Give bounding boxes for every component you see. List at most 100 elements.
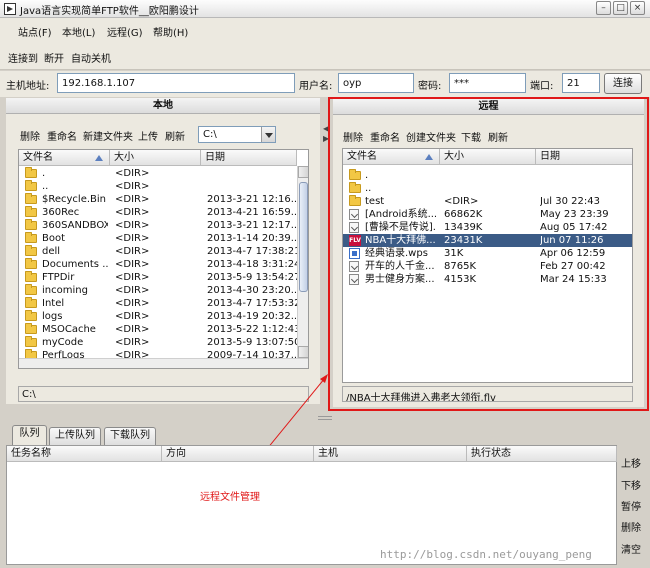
remote-col-size[interactable]: 大小 — [440, 149, 536, 165]
user-label: 用户名: — [299, 81, 333, 92]
connection-bar: 主机地址: 用户名: 密码: 端口: 连接 — [0, 71, 650, 97]
queue-col-host[interactable]: 主机 — [314, 446, 467, 462]
list-item[interactable]: 经典语录.wps 31K Apr 06 12:59 — [343, 247, 632, 260]
queue-table[interactable]: 任务名称 方向 主机 执行状态 — [6, 445, 617, 565]
remote-create-folder-button[interactable]: 创建文件夹 — [406, 129, 456, 144]
remote-delete-button[interactable]: 删除 — [343, 129, 363, 144]
remote-refresh-button[interactable]: 刷新 — [488, 129, 508, 144]
scroll-up-button[interactable] — [298, 166, 308, 178]
file-date: 2013-4-18 3:31:24 — [207, 259, 297, 270]
local-refresh-button[interactable]: 刷新 — [165, 128, 185, 143]
disconnect-button[interactable]: 断开 — [44, 50, 64, 65]
pause-button[interactable]: 暂停 — [621, 498, 641, 513]
list-item[interactable]: .. <DIR> — [19, 180, 297, 193]
list-item[interactable]: .. — [343, 182, 632, 195]
local-vertical-scrollbar[interactable] — [297, 166, 308, 358]
download-button[interactable]: 下载 — [461, 129, 481, 144]
host-label: 主机地址: — [6, 81, 50, 92]
queue-delete-button[interactable]: 删除 — [621, 519, 641, 534]
local-file-list[interactable]: 文件名 大小 日期 . <DIR>.. <DIR> $Recycle.Bin <DIR>… — [18, 149, 309, 369]
local-col-size[interactable]: 大小 — [110, 150, 201, 166]
list-item[interactable]: dell <DIR> 2013-4-7 17:38:21 — [19, 245, 297, 258]
splitter-right-arrow-icon[interactable]: ▶ — [323, 134, 329, 143]
remote-rename-button[interactable]: 重命名 — [370, 129, 400, 144]
list-item[interactable]: 男士健身方案... 4153K Mar 24 15:33 — [343, 273, 632, 286]
local-new-folder-button[interactable]: 新建文件夹 — [83, 128, 133, 143]
password-input[interactable] — [449, 73, 526, 93]
drive-select[interactable]: C:\ — [198, 126, 276, 143]
list-item[interactable]: Intel <DIR> 2013-4-7 17:53:32 — [19, 297, 297, 310]
file-name: $Recycle.Bin — [42, 194, 107, 205]
folder-icon — [25, 284, 37, 295]
list-item[interactable]: MSOCache <DIR> 2013-5-22 1:12:43 — [19, 323, 297, 336]
connect-button[interactable]: 连接 — [604, 73, 642, 94]
list-item[interactable]: logs <DIR> 2013-4-19 20:32... — [19, 310, 297, 323]
list-item[interactable]: incoming <DIR> 2013-4-30 23:20... — [19, 284, 297, 297]
list-item[interactable]: Boot <DIR> 2013-1-14 20:39... — [19, 232, 297, 245]
local-horizontal-scrollbar[interactable] — [19, 358, 308, 368]
list-item[interactable]: 开车的人千金... 8765K Feb 27 00:42 — [343, 260, 632, 273]
wps-file-icon — [349, 248, 360, 259]
menu-help[interactable]: 帮助(H) — [153, 24, 188, 39]
list-item[interactable]: test <DIR> Jul 30 22:43 — [343, 195, 632, 208]
connect-to-button[interactable]: 连接到 — [8, 50, 38, 65]
scroll-down-button[interactable] — [298, 346, 308, 358]
title-bar: Java语言实现简单FTP软件__欧阳鹏设计 – □ × — [0, 0, 650, 18]
file-date: May 23 23:39 — [540, 209, 609, 220]
local-col-date[interactable]: 日期 — [201, 150, 297, 166]
remote-col-date[interactable]: 日期 — [536, 149, 632, 165]
list-item[interactable]: 360Rec <DIR> 2013-4-21 16:59... — [19, 206, 297, 219]
list-item[interactable]: FLV NBA十大拜佛... 23431K Jun 07 11:26 — [343, 234, 632, 247]
close-button[interactable]: × — [630, 1, 645, 15]
port-input[interactable] — [562, 73, 600, 93]
splitter-handle[interactable] — [318, 416, 332, 420]
tab-queue[interactable]: 队列 — [12, 425, 47, 445]
list-item[interactable]: . <DIR> — [19, 167, 297, 180]
remote-file-list[interactable]: 文件名 大小 日期 ... test <DIR> Jul 30 22:43 [Andro… — [342, 148, 633, 383]
username-input[interactable] — [338, 73, 414, 93]
sort-asc-icon — [95, 155, 103, 161]
queue-col-direction[interactable]: 方向 — [162, 446, 314, 462]
list-item[interactable]: FTPDir <DIR> 2013-5-9 13:54:27 — [19, 271, 297, 284]
list-item[interactable]: . — [343, 169, 632, 182]
chevron-down-icon[interactable] — [261, 127, 275, 142]
file-name: 360SANDBOX — [42, 220, 108, 231]
file-name: [Android系统... — [365, 209, 437, 220]
local-delete-button[interactable]: 删除 — [20, 128, 40, 143]
file-name: myCode — [42, 337, 84, 348]
maximize-button[interactable]: □ — [613, 1, 628, 15]
splitter-left-arrow-icon[interactable]: ◀ — [323, 124, 329, 133]
menu-local[interactable]: 本地(L) — [62, 24, 95, 39]
move-up-button[interactable]: 上移 — [621, 455, 641, 470]
queue-col-status[interactable]: 执行状态 — [467, 446, 617, 462]
list-item[interactable]: [Android系统... 66862K May 23 23:39 — [343, 208, 632, 221]
list-item[interactable]: Documents ... <DIR> 2013-4-18 3:31:24 — [19, 258, 297, 271]
port-label: 端口: — [530, 81, 554, 92]
sort-asc-icon — [425, 154, 433, 160]
file-name: 360Rec — [42, 207, 80, 218]
remote-col-name[interactable]: 文件名 — [343, 149, 440, 165]
local-col-name[interactable]: 文件名 — [19, 150, 110, 166]
host-input[interactable] — [57, 73, 295, 93]
list-item[interactable]: myCode <DIR> 2013-5-9 13:07:50 — [19, 336, 297, 349]
tab-upload-queue[interactable]: 上传队列 — [49, 427, 101, 445]
list-item[interactable]: 360SANDBOX <DIR> 2013-3-21 12:17... — [19, 219, 297, 232]
tab-download-queue[interactable]: 下载队列 — [104, 427, 156, 445]
menu-remote[interactable]: 远程(G) — [107, 24, 143, 39]
menu-site[interactable]: 站点(F) — [18, 24, 52, 39]
list-item[interactable]: [曹操不是传说]... 13439K Aug 05 17:42 — [343, 221, 632, 234]
upload-button[interactable]: 上传 — [138, 128, 158, 143]
scroll-thumb[interactable] — [299, 182, 308, 292]
folder-icon — [349, 182, 361, 193]
auto-shutdown-button[interactable]: 自动关机 — [71, 50, 111, 65]
local-col-name-label: 文件名 — [23, 152, 53, 163]
queue-col-task[interactable]: 任务名称 — [7, 446, 162, 462]
local-rename-button[interactable]: 重命名 — [47, 128, 77, 143]
move-down-button[interactable]: 下移 — [621, 477, 641, 492]
list-item[interactable]: $Recycle.Bin <DIR> 2013-3-21 12:16... — [19, 193, 297, 206]
file-date: Mar 24 15:33 — [540, 274, 607, 285]
file-size: <DIR> — [115, 220, 150, 231]
clear-button[interactable]: 清空 — [621, 541, 641, 556]
minimize-button[interactable]: – — [596, 1, 611, 15]
file-date: 2013-5-9 13:54:27 — [207, 272, 297, 283]
